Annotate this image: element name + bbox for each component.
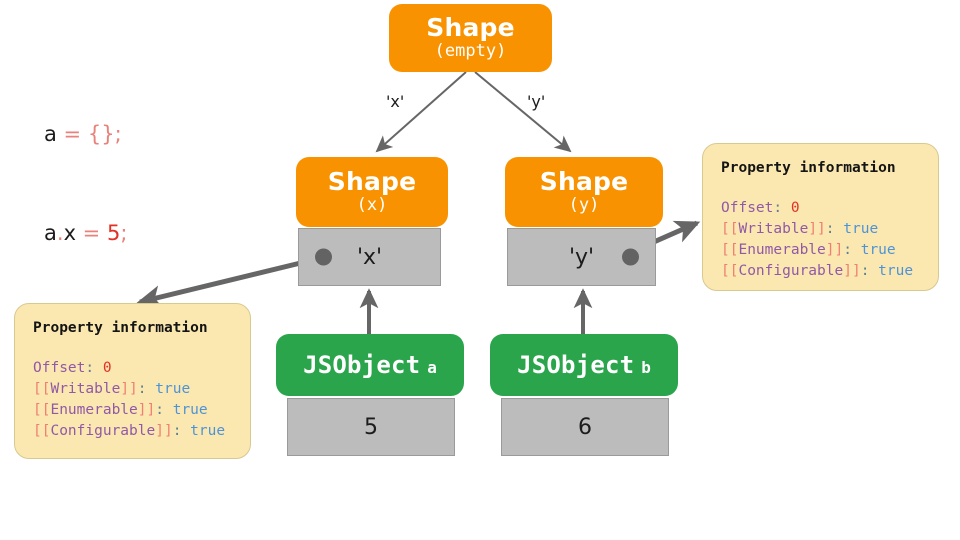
property-attribute-value: true bbox=[190, 423, 226, 439]
code-semicolon: ; bbox=[120, 221, 128, 245]
property-attribute-close-bracket: ]] bbox=[808, 221, 826, 237]
code-operator: = bbox=[76, 221, 107, 245]
edge-label-x: 'x' bbox=[386, 92, 405, 111]
code-semicolon: ; bbox=[114, 122, 122, 146]
node-shape-y-title: Shape bbox=[539, 167, 629, 196]
edge-label-y: 'y' bbox=[527, 92, 546, 111]
code-value: {} bbox=[87, 122, 115, 146]
property-attribute-close-bracket: ]] bbox=[825, 242, 844, 258]
property-information-left-title: Property information bbox=[33, 320, 208, 336]
node-jsobject-b-slot[interactable]: 6 bbox=[501, 398, 669, 456]
property-attribute-value: true bbox=[843, 221, 879, 237]
code-line: a = {}; bbox=[44, 118, 128, 151]
code-dot: . bbox=[56, 221, 64, 245]
property-offset-key: Offset bbox=[33, 360, 86, 376]
property-attribute-colon: : bbox=[172, 423, 191, 439]
node-jsobject-b-title: JSObject bbox=[517, 351, 635, 379]
property-attribute-value: true bbox=[860, 242, 896, 258]
property-attribute-open-bracket: [[ bbox=[33, 423, 51, 439]
edge-root-to-shape-x bbox=[375, 71, 467, 153]
property-information-left-lines: Offset: 0 [[Writable]]: true [[Enumerable]… bbox=[33, 358, 232, 442]
code-identifier: a bbox=[44, 122, 57, 146]
property-attribute-value: true bbox=[172, 402, 208, 418]
node-shape-x-subtitle: (x) bbox=[356, 195, 388, 215]
property-attribute-close-bracket: ]] bbox=[137, 402, 156, 418]
node-shape-y[interactable]: Shape (y) 'y' bbox=[505, 157, 663, 289]
property-attribute-colon: : bbox=[825, 221, 844, 237]
property-offset-colon: : bbox=[85, 360, 103, 376]
node-jsobject-a-value: 5 bbox=[364, 414, 378, 440]
property-attribute-open-bracket: [[ bbox=[721, 242, 739, 258]
property-information-right[interactable]: Property information Offset: 0 [[Writable… bbox=[702, 143, 939, 291]
code-property: x bbox=[63, 221, 76, 245]
node-jsobject-b[interactable]: JSObject b 6 bbox=[490, 334, 678, 458]
node-shape-y-cap: Shape (y) bbox=[505, 157, 663, 227]
property-attribute-close-bracket: ]] bbox=[120, 381, 138, 397]
property-offset-value: 0 bbox=[790, 200, 800, 216]
slot-connector-dot bbox=[315, 248, 332, 266]
node-shape-empty-title: Shape bbox=[426, 13, 515, 42]
node-shape-x[interactable]: Shape (x) 'x' bbox=[296, 157, 448, 289]
edge-root-to-shape-y bbox=[474, 71, 572, 153]
property-attribute-line: [[Enumerable]]: true bbox=[33, 400, 232, 421]
node-jsobject-b-value: 6 bbox=[578, 414, 592, 440]
node-shape-x-title: Shape bbox=[327, 167, 417, 196]
property-offset-value: 0 bbox=[102, 360, 112, 376]
property-attribute-line: [[Configurable]]: true bbox=[721, 261, 920, 282]
property-attribute-close-bracket: ]] bbox=[155, 423, 173, 439]
property-information-left[interactable]: Property information Offset: 0 [[Writable… bbox=[14, 303, 251, 459]
property-attribute-name: Configurable bbox=[738, 263, 844, 279]
property-attribute-line: [[Enumerable]]: true bbox=[721, 240, 920, 261]
node-jsobject-a-title: JSObject bbox=[303, 351, 421, 379]
slot-connector-dot bbox=[622, 248, 639, 266]
property-attribute-colon: : bbox=[843, 242, 861, 258]
property-attribute-line: [[Configurable]]: true bbox=[33, 421, 232, 442]
node-jsobject-b-varname: b bbox=[641, 358, 651, 377]
edge-shape-x-to-property-left bbox=[136, 256, 318, 309]
node-shape-y-slot-label: 'y' bbox=[568, 244, 595, 270]
code-line: a.x = 5; bbox=[44, 217, 128, 250]
property-attribute-name: Enumerable bbox=[738, 242, 826, 258]
property-attribute-value: true bbox=[155, 381, 191, 397]
property-information-right-lines: Offset: 0 [[Writable]]: true [[Enumerable]… bbox=[721, 198, 920, 282]
property-attribute-open-bracket: [[ bbox=[33, 402, 51, 418]
property-attribute-open-bracket: [[ bbox=[721, 263, 739, 279]
property-attribute-name: Enumerable bbox=[50, 402, 138, 418]
property-attribute-colon: : bbox=[137, 381, 156, 397]
property-attribute-colon: : bbox=[155, 402, 173, 418]
property-attribute-colon: : bbox=[860, 263, 879, 279]
diagram-canvas: a = {}; a.x = 5; b = {}; b.y = 6; Shape … bbox=[0, 0, 960, 540]
property-attribute-name: Configurable bbox=[50, 423, 156, 439]
code-operator: = bbox=[56, 122, 88, 146]
property-attribute-open-bracket: [[ bbox=[721, 221, 739, 237]
property-information-right-title: Property information bbox=[721, 160, 896, 176]
property-offset-colon: : bbox=[773, 200, 791, 216]
property-attribute-line: [[Writable]]: true bbox=[721, 219, 920, 240]
node-jsobject-a-slot[interactable]: 5 bbox=[287, 398, 455, 456]
property-attribute-value: true bbox=[878, 263, 914, 279]
property-offset-line: Offset: 0 bbox=[33, 358, 232, 379]
code-value: 5 bbox=[106, 221, 121, 245]
node-jsobject-a-varname: a bbox=[427, 358, 437, 377]
node-shape-x-slot-label: 'x' bbox=[356, 244, 383, 270]
property-attribute-line: [[Writable]]: true bbox=[33, 379, 232, 400]
property-attribute-close-bracket: ]] bbox=[843, 263, 861, 279]
property-attribute-name: Writable bbox=[738, 221, 809, 237]
node-jsobject-b-cap: JSObject b bbox=[490, 334, 678, 396]
node-jsobject-a[interactable]: JSObject a 5 bbox=[276, 334, 464, 458]
property-offset-key: Offset bbox=[721, 200, 774, 216]
node-shape-x-cap: Shape (x) bbox=[296, 157, 448, 227]
property-attribute-name: Writable bbox=[50, 381, 121, 397]
node-shape-y-subtitle: (y) bbox=[568, 195, 600, 215]
node-shape-empty-cap: Shape (empty) bbox=[389, 4, 552, 72]
node-shape-x-slot[interactable]: 'x' bbox=[298, 228, 441, 286]
code-identifier: a bbox=[44, 221, 57, 245]
node-jsobject-a-cap: JSObject a bbox=[276, 334, 464, 396]
property-attribute-open-bracket: [[ bbox=[33, 381, 51, 397]
node-shape-empty-subtitle: (empty) bbox=[434, 41, 507, 61]
property-offset-line: Offset: 0 bbox=[721, 198, 920, 219]
node-shape-empty[interactable]: Shape (empty) bbox=[389, 4, 552, 72]
node-shape-y-slot[interactable]: 'y' bbox=[507, 228, 656, 286]
